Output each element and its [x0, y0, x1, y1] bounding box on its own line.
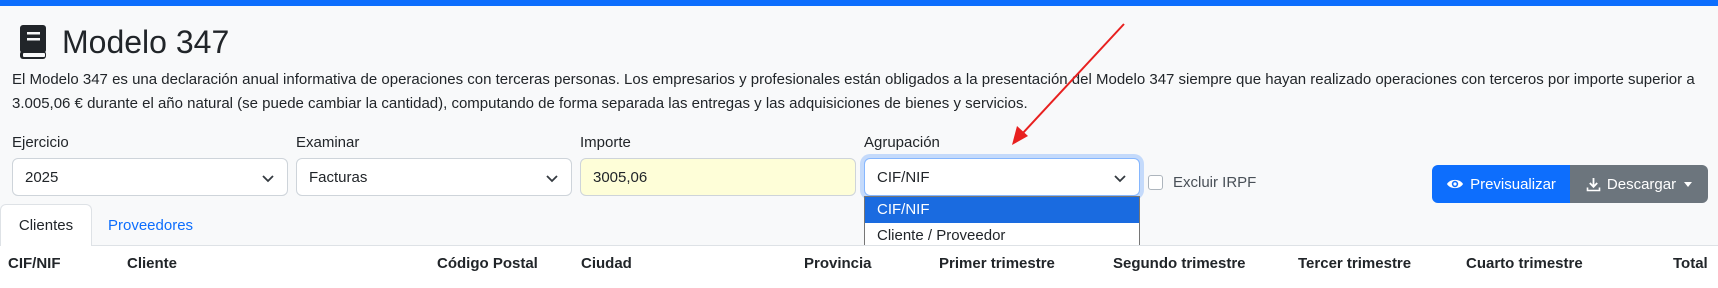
- column-header-ciudad[interactable]: Ciudad: [581, 246, 632, 282]
- tab-label: Clientes: [18, 217, 74, 234]
- download-button[interactable]: Descargar: [1570, 165, 1708, 203]
- column-header-segundo-trimestre[interactable]: Segundo trimestre: [1113, 246, 1246, 282]
- page-description: El Modelo 347 es una declaración anual i…: [12, 71, 1695, 112]
- excluir-irpf-label[interactable]: Excluir IRPF: [1173, 174, 1256, 191]
- ejercicio-label: Ejercicio: [12, 134, 69, 151]
- column-header-cliente[interactable]: Cliente: [127, 246, 177, 282]
- chevron-down-icon: [546, 175, 558, 183]
- download-icon: [1586, 177, 1601, 191]
- tab-clientes[interactable]: Clientes: [0, 204, 92, 247]
- examinar-select[interactable]: Facturas: [296, 158, 572, 196]
- importe-label: Importe: [580, 134, 631, 151]
- column-header-primer-trimestre[interactable]: Primer trimestre: [939, 246, 1055, 282]
- column-header-codigo-postal[interactable]: Código Postal: [437, 246, 538, 282]
- column-header-cif[interactable]: CIF/NIF: [8, 246, 61, 282]
- tab-label: Proveedores: [108, 216, 194, 234]
- chevron-down-icon: [1114, 175, 1126, 183]
- caret-down-icon[interactable]: [1684, 181, 1693, 187]
- column-header-cuarto-trimestre[interactable]: Cuarto trimestre: [1466, 246, 1583, 282]
- ejercicio-select[interactable]: 2025: [12, 158, 288, 196]
- book-icon: [20, 25, 46, 59]
- column-header-provincia[interactable]: Provincia: [804, 246, 872, 282]
- examinar-label: Examinar: [296, 134, 360, 151]
- page-title: Modelo 347: [62, 23, 230, 60]
- preview-label: Previsualizar: [1470, 175, 1556, 193]
- agrupacion-select[interactable]: CIF/NIF: [864, 158, 1140, 196]
- preview-button[interactable]: Previsualizar: [1432, 165, 1570, 203]
- ejercicio-value: 2025: [25, 168, 59, 186]
- column-header-tercer-trimestre[interactable]: Tercer trimestre: [1298, 246, 1411, 282]
- download-label: Descargar: [1606, 175, 1677, 193]
- excluir-irpf-checkbox[interactable]: [1148, 175, 1163, 190]
- eye-icon: [1447, 179, 1464, 189]
- importe-value: 3005,06: [593, 168, 648, 186]
- agrupacion-value: CIF/NIF: [877, 168, 930, 186]
- agrupacion-label: Agrupación: [864, 134, 940, 151]
- examinar-value: Facturas: [309, 168, 368, 186]
- tab-proveedores[interactable]: Proveedores: [108, 204, 193, 246]
- importe-input[interactable]: 3005,06: [580, 158, 856, 196]
- chevron-down-icon: [262, 175, 274, 183]
- excluir-irpf-control[interactable]: Excluir IRPF: [1148, 174, 1256, 191]
- table-header-row: CIF/NIF Cliente Código Postal Ciudad Pro…: [0, 246, 1718, 288]
- column-header-total[interactable]: Total: [1673, 246, 1708, 282]
- page-header: Modelo 347: [16, 22, 229, 62]
- tab-bar: Clientes Proveedores: [0, 204, 1718, 247]
- top-accent-bar: [0, 0, 1718, 6]
